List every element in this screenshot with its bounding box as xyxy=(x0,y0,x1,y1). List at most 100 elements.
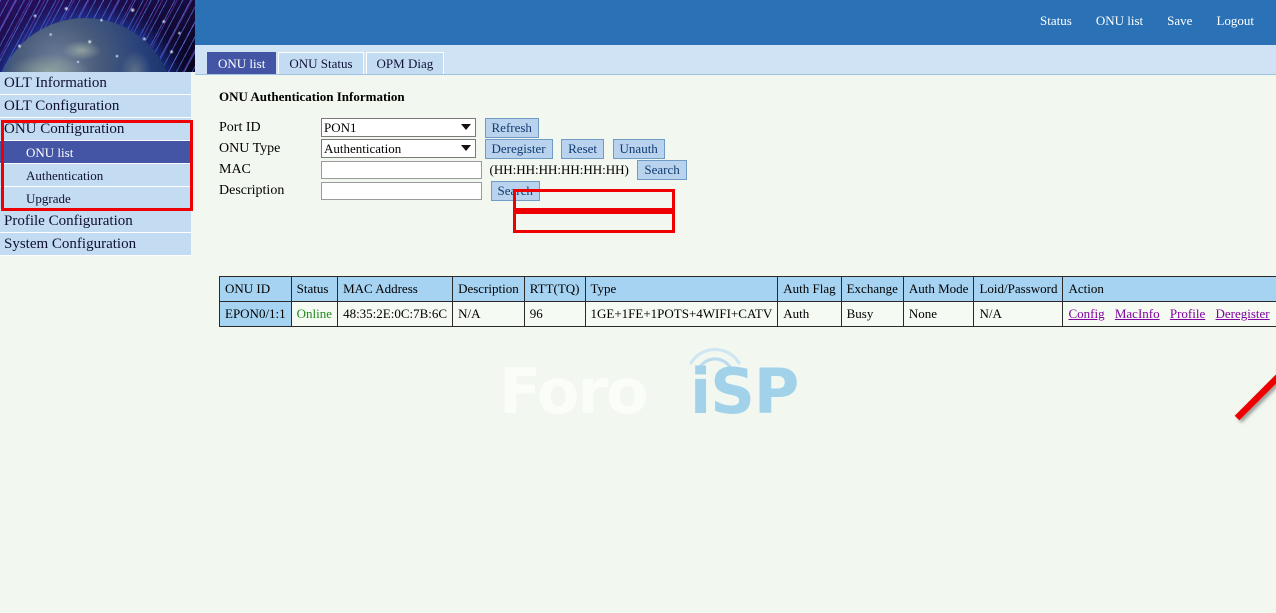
watermark-wifi-icon xyxy=(685,337,745,371)
port-id-label: Port ID xyxy=(219,117,321,138)
col-action: Action xyxy=(1063,277,1276,302)
form-row-mac: MAC (HH:HH:HH:HH:HH:HH) Search xyxy=(219,159,687,180)
sidebar-item-authentication[interactable]: Authentication xyxy=(0,164,191,187)
description-label: Description xyxy=(219,180,321,201)
onu-type-highlight-box xyxy=(513,211,675,233)
watermark-text-isp: iSP xyxy=(690,361,798,423)
col-description: Description xyxy=(453,277,525,302)
mac-format-hint: (HH:HH:HH:HH:HH:HH) xyxy=(490,162,629,177)
action-deregister-link[interactable]: Deregister xyxy=(1216,306,1270,321)
sidebar: OLT Information OLT Configuration ONU Co… xyxy=(0,0,195,613)
sidebar-item-profile-configuration[interactable]: Profile Configuration xyxy=(0,210,191,233)
col-type: Type xyxy=(585,277,778,302)
onu-list-table: ONU ID Status MAC Address Description RT… xyxy=(219,276,1276,327)
tab-onu-status[interactable]: ONU Status xyxy=(278,52,363,74)
sidebar-item-olt-configuration[interactable]: OLT Configuration xyxy=(0,95,191,118)
sidebar-item-label: Profile Configuration xyxy=(4,213,133,229)
cell-auth-flag: Auth xyxy=(778,302,841,327)
description-control-cell: Search xyxy=(321,180,687,201)
tab-label: OPM Diag xyxy=(377,56,434,71)
header-link-status[interactable]: Status xyxy=(1028,13,1084,29)
tab-bar: ONU list ONU Status OPM Diag xyxy=(195,45,1276,75)
reset-button[interactable]: Reset xyxy=(561,139,604,159)
search-form: Port ID PON1 Refresh ONU Type xyxy=(219,117,687,201)
cell-type: 1GE+1FE+1POTS+4WIFI+CATV xyxy=(585,302,778,327)
mac-label: MAC xyxy=(219,159,321,180)
banner-light-points xyxy=(0,0,195,72)
description-input[interactable] xyxy=(321,182,482,200)
watermark-text-foro: Foro xyxy=(499,361,647,423)
cell-action: Config MacInfo Profile Deregister Reset … xyxy=(1063,302,1276,327)
page-title: ONU Authentication Information xyxy=(219,89,1276,105)
mac-input[interactable] xyxy=(321,161,482,179)
action-profile-link[interactable]: Profile xyxy=(1170,306,1205,322)
cell-description: N/A xyxy=(453,302,525,327)
action-config-link[interactable]: Config xyxy=(1068,306,1104,321)
cell-status: Online xyxy=(291,302,337,327)
top-header-bar: Status ONU list Save Logout xyxy=(195,0,1276,45)
content-panel: Foro iSP ONU Authentication Information … xyxy=(195,75,1276,613)
refresh-button[interactable]: Refresh xyxy=(485,118,539,138)
banner-image xyxy=(0,0,195,72)
col-mac-address: MAC Address xyxy=(338,277,453,302)
form-row-description: Description Search xyxy=(219,180,687,201)
sidebar-item-label: ONU list xyxy=(26,145,73,160)
sidebar-item-label: System Configuration xyxy=(4,236,136,252)
header-nav: Status ONU list Save Logout xyxy=(1028,13,1266,29)
foroisp-watermark: Foro iSP xyxy=(499,337,839,437)
deregister-button[interactable]: Deregister xyxy=(485,139,553,159)
cell-onu-id: EPON0/1:1 xyxy=(220,302,292,327)
port-id-select-wrap: PON1 xyxy=(321,118,476,137)
table-body: EPON0/1:1 Online 48:35:2E:0C:7B:6C N/A 9… xyxy=(220,302,1276,327)
col-status: Status xyxy=(291,277,337,302)
col-loid-password: Loid/Password xyxy=(974,277,1063,302)
header-link-onu-list[interactable]: ONU list xyxy=(1084,13,1155,29)
col-exchange: Exchange xyxy=(841,277,903,302)
sidebar-item-label: OLT Configuration xyxy=(4,98,119,114)
header-link-save[interactable]: Save xyxy=(1155,13,1204,29)
tab-label: ONU Status xyxy=(289,56,352,71)
port-id-control-cell: PON1 Refresh xyxy=(321,117,687,138)
description-search-button[interactable]: Search xyxy=(491,181,540,201)
cell-exchange: Busy xyxy=(841,302,903,327)
table-row: EPON0/1:1 Online 48:35:2E:0C:7B:6C N/A 9… xyxy=(220,302,1276,327)
table-header: ONU ID Status MAC Address Description RT… xyxy=(220,277,1276,302)
form-row-onu-type: ONU Type Authentication Deregister Reset… xyxy=(219,138,687,159)
sidebar-nav: OLT Information OLT Configuration ONU Co… xyxy=(0,72,195,256)
cell-loid-password: N/A xyxy=(974,302,1063,327)
status-badge: Online xyxy=(297,306,332,321)
table-header-row: ONU ID Status MAC Address Description RT… xyxy=(220,277,1276,302)
col-rtt-tq: RTT(TQ) xyxy=(524,277,585,302)
sidebar-item-label: ONU Configuration xyxy=(4,121,124,137)
tab-opm-diag[interactable]: OPM Diag xyxy=(366,52,445,74)
sidebar-item-system-configuration[interactable]: System Configuration xyxy=(0,233,191,256)
form-row-port-id: Port ID PON1 Refresh xyxy=(219,117,687,138)
sidebar-item-label: Authentication xyxy=(26,168,103,183)
sidebar-item-upgrade[interactable]: Upgrade xyxy=(0,187,191,210)
mac-control-cell: (HH:HH:HH:HH:HH:HH) Search xyxy=(321,159,687,180)
tab-label: ONU list xyxy=(218,56,265,71)
sidebar-item-olt-information[interactable]: OLT Information xyxy=(0,72,191,95)
sidebar-item-onu-list[interactable]: ONU list xyxy=(0,141,191,164)
cell-rtt-tq: 96 xyxy=(524,302,585,327)
port-id-select[interactable]: PON1 xyxy=(321,118,476,137)
sidebar-item-label: OLT Information xyxy=(4,75,107,91)
header-link-logout[interactable]: Logout xyxy=(1204,13,1266,29)
col-onu-id: ONU ID xyxy=(220,277,292,302)
unauth-button[interactable]: Unauth xyxy=(613,139,665,159)
onu-type-select-wrap: Authentication xyxy=(321,139,476,158)
col-auth-mode: Auth Mode xyxy=(903,277,974,302)
onu-type-label: ONU Type xyxy=(219,138,321,159)
onu-type-select[interactable]: Authentication xyxy=(321,139,476,158)
tab-onu-list[interactable]: ONU list xyxy=(207,52,276,74)
red-arrow-annotation xyxy=(1225,330,1276,430)
onu-type-control-cell: Authentication Deregister Reset Unauth xyxy=(321,138,687,159)
main-area: Status ONU list Save Logout ONU list ONU… xyxy=(195,0,1276,613)
cell-mac-address: 48:35:2E:0C:7B:6C xyxy=(338,302,453,327)
action-macinfo-link[interactable]: MacInfo xyxy=(1115,306,1160,321)
cell-auth-mode: None xyxy=(903,302,974,327)
sidebar-item-label: Upgrade xyxy=(26,191,71,206)
mac-search-button[interactable]: Search xyxy=(637,160,686,180)
col-auth-flag: Auth Flag xyxy=(778,277,841,302)
sidebar-item-onu-configuration[interactable]: ONU Configuration xyxy=(0,118,191,141)
